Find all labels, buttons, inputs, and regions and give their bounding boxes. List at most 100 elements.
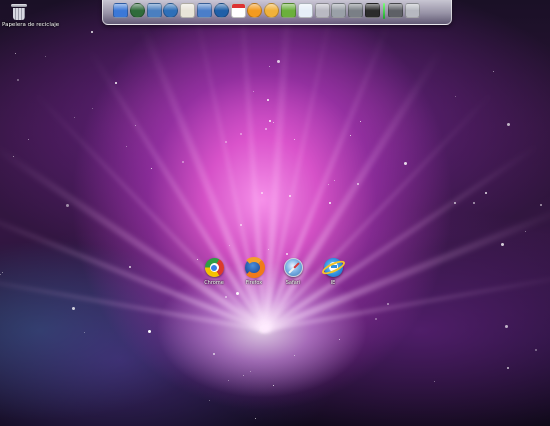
star: [225, 296, 227, 298]
clock-icon[interactable]: [129, 3, 145, 18]
chrome-shortcut[interactable]: Chrome: [199, 258, 229, 286]
tools-icon[interactable]: [387, 3, 403, 18]
recycle-bin-shortcut[interactable]: Papelera de reciclaje: [2, 2, 60, 28]
star: [115, 82, 117, 84]
star: [0, 274, 1, 275]
recycle-bin-label: Papelera de reciclaje: [2, 22, 60, 28]
star: [126, 146, 127, 147]
star: [286, 253, 288, 255]
firefox-icon[interactable]: [242, 257, 265, 278]
dock-bar: [102, 0, 452, 25]
star: [84, 332, 85, 333]
star: [129, 266, 131, 268]
star: [66, 204, 69, 207]
firefox-label: Firefox: [245, 280, 263, 286]
star: [228, 380, 229, 381]
star: [269, 66, 270, 67]
dock-separator: [382, 3, 385, 19]
star: [505, 325, 508, 328]
star: [2, 272, 3, 273]
star: [334, 180, 335, 181]
star: [350, 135, 351, 136]
star: [92, 108, 93, 109]
archive-icon[interactable]: [314, 3, 330, 18]
vista-icon[interactable]: [281, 3, 296, 18]
star: [501, 243, 504, 246]
light-ray: [87, 48, 267, 332]
star: [289, 195, 291, 197]
terminal-icon[interactable]: [365, 3, 380, 18]
vs-icon[interactable]: [297, 3, 313, 18]
internet-explorer-icon[interactable]: [319, 258, 347, 277]
star: [535, 349, 537, 351]
settings-icon[interactable]: [331, 3, 347, 18]
safari-icon[interactable]: [283, 258, 303, 277]
chrome-label: Chrome: [204, 280, 224, 286]
star: [236, 292, 239, 295]
star: [485, 192, 487, 194]
star: [357, 183, 359, 185]
globe-icon[interactable]: [163, 3, 179, 18]
star: [540, 204, 542, 206]
notes-icon[interactable]: [180, 3, 196, 18]
star: [265, 128, 267, 130]
star: [13, 156, 14, 157]
star: [387, 303, 389, 305]
star: [148, 330, 151, 333]
star: [240, 133, 242, 135]
star: [267, 99, 269, 101]
star: [277, 60, 280, 63]
star: [268, 249, 269, 250]
media-icon[interactable]: [247, 3, 263, 18]
star: [455, 96, 456, 97]
star: [225, 141, 227, 143]
star: [74, 117, 75, 118]
chrome-icon[interactable]: [204, 258, 224, 277]
network-icon[interactable]: [146, 3, 162, 18]
star: [404, 162, 407, 165]
star: [17, 79, 19, 81]
star: [329, 202, 331, 204]
safari-shortcut[interactable]: Safari: [278, 258, 308, 286]
star: [182, 161, 184, 163]
star: [525, 231, 526, 232]
star: [473, 202, 475, 204]
star: [269, 120, 271, 122]
star: [360, 121, 361, 122]
firefox-shortcut[interactable]: Firefox: [239, 257, 269, 286]
star: [28, 139, 29, 140]
star: [375, 318, 377, 320]
star: [434, 381, 435, 382]
safari-label: Safari: [285, 280, 301, 286]
star: [197, 259, 198, 260]
media-player-icon[interactable]: [213, 3, 229, 18]
star: [72, 307, 75, 310]
star: [328, 184, 329, 185]
star: [250, 371, 251, 372]
star: [273, 122, 274, 123]
desktop-background: [0, 0, 550, 426]
star: [91, 31, 93, 33]
recycle-bin-icon[interactable]: [11, 4, 27, 20]
star: [240, 224, 242, 226]
star: [454, 202, 456, 204]
star: [493, 71, 494, 72]
paint-icon[interactable]: [348, 3, 364, 18]
star: [255, 418, 256, 419]
star: [243, 375, 244, 376]
star: [229, 245, 230, 246]
trash-icon[interactable]: [404, 3, 420, 18]
finder-icon[interactable]: [113, 3, 128, 18]
star: [507, 123, 510, 126]
ie-shortcut[interactable]: IE: [318, 258, 348, 286]
database-icon[interactable]: [197, 3, 212, 18]
star: [253, 91, 254, 92]
star: [273, 385, 274, 386]
ie-label: IE: [330, 280, 336, 286]
cd-icon[interactable]: [264, 3, 280, 18]
calendar-icon[interactable]: [230, 3, 246, 18]
star: [339, 339, 340, 340]
star: [294, 139, 295, 140]
star: [209, 400, 210, 401]
star: [507, 367, 509, 369]
